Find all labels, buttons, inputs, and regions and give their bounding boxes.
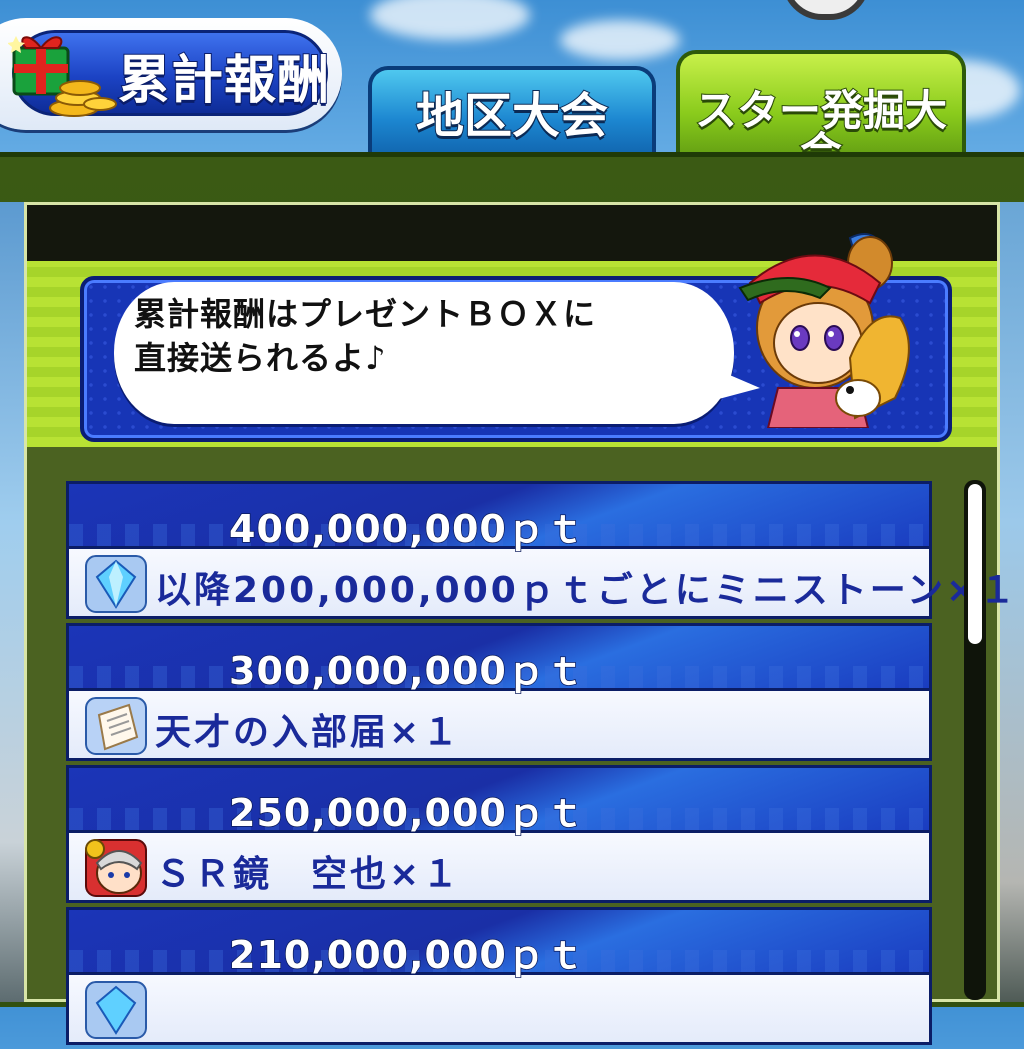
list-item[interactable]: 210,000,000ｐｔ	[66, 907, 932, 1047]
ministone-icon	[85, 555, 147, 613]
tab-district-tournament-label: 地区大会	[415, 88, 609, 144]
reward-list[interactable]: 400,000,000ｐｔ 以降200,000,000ｐｔごとにミニストーン×１…	[66, 481, 1015, 1049]
speech-bubble-text: 累計報酬はプレゼントＢＯＸに 直接送られるよ♪	[134, 292, 734, 380]
reward-item-text: 天才の入部届×１	[155, 712, 462, 753]
reward-item-text: ＳＲ鏡 空也×１	[155, 854, 462, 895]
background-cloud	[370, 0, 530, 40]
scrollbar-thumb[interactable]	[968, 484, 982, 644]
points-threshold-bar: 300,000,000ｐｔ	[66, 623, 932, 694]
points-threshold-bar: 400,000,000ｐｔ	[66, 481, 932, 552]
reward-item-row: 以降200,000,000ｐｔごとにミニストーン×１	[66, 549, 1015, 619]
list-item[interactable]: 300,000,000ｐｔ 天才の入部届×１	[66, 623, 932, 763]
points-threshold-bar: 210,000,000ｐｔ	[66, 907, 932, 978]
speech-line-1: 累計報酬はプレゼントＢＯＸに	[134, 295, 597, 333]
top-button-edge[interactable]	[782, 0, 870, 20]
tab-star-discovery-tournament[interactable]: スター発掘大会	[676, 50, 966, 175]
points-threshold: 210,000,000ｐｔ	[228, 932, 585, 978]
reward-item-row: ＳＲ鏡 空也×１	[66, 833, 932, 903]
ministone-icon	[85, 981, 147, 1039]
speech-line-2: 直接送られるよ♪	[134, 339, 387, 377]
reward-item-text: 以降200,000,000ｐｔごとにミニストーン×１	[155, 570, 1019, 611]
gift-and-coins-icon	[8, 36, 117, 117]
points-threshold: 300,000,000ｐｔ	[228, 648, 585, 694]
reward-item-row: 天才の入部届×１	[66, 691, 932, 761]
background-edge-left	[0, 202, 24, 1002]
points-threshold: 250,000,000ｐｔ	[228, 790, 585, 836]
application-form-icon	[85, 697, 147, 755]
background-cloud	[560, 20, 680, 60]
list-item[interactable]: 250,000,000ｐｔ ＳＲ鏡 空也×１	[66, 765, 932, 905]
sr-character-card-icon	[85, 839, 147, 897]
points-threshold: 400,000,000ｐｔ	[228, 506, 585, 552]
list-item[interactable]: 400,000,000ｐｔ 以降200,000,000ｐｔごとにミニストーン×１	[66, 481, 1015, 621]
cumulative-reward-label: 累計報酬	[117, 50, 331, 112]
points-threshold-bar: 250,000,000ｐｔ	[66, 765, 932, 836]
reward-item-row	[66, 975, 932, 1045]
guide-character-icon	[738, 233, 910, 428]
tab-district-tournament[interactable]: 地区大会	[368, 66, 656, 162]
